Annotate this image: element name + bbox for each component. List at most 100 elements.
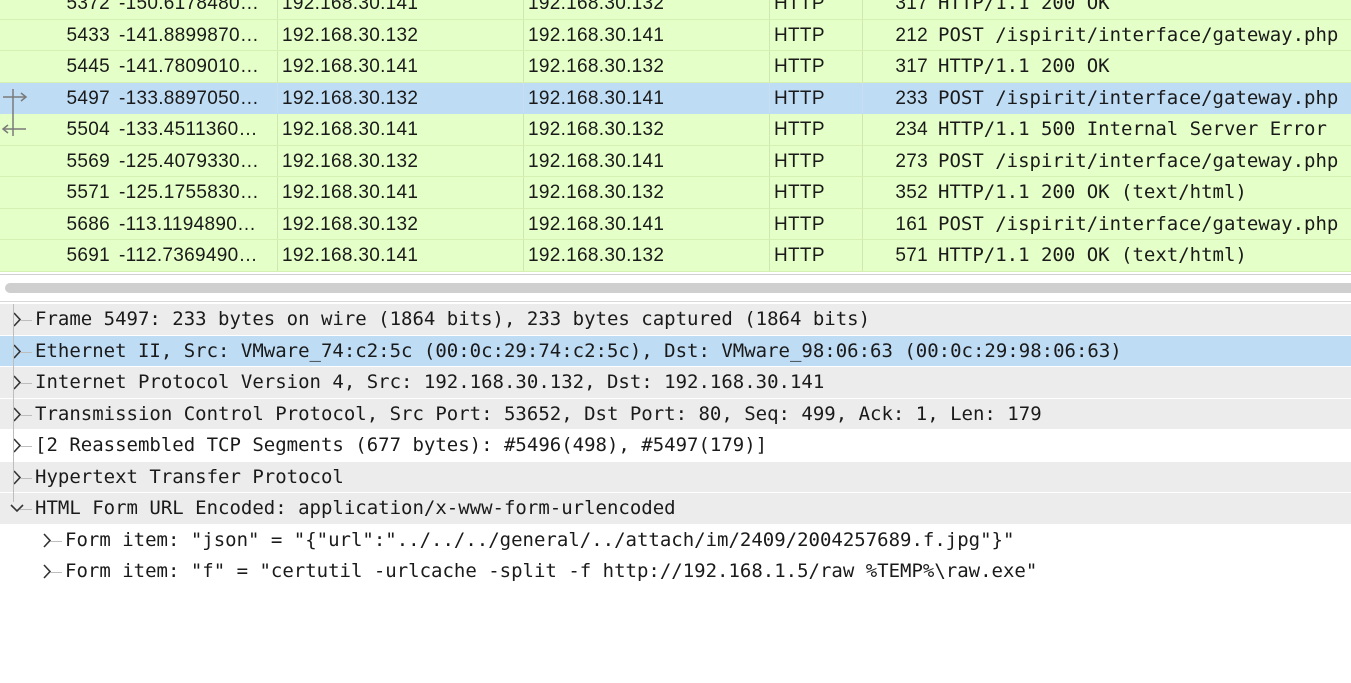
tree-guide-line — [13, 304, 14, 502]
related-response-arrow-icon — [0, 114, 30, 145]
tree-item-label: [2 Reassembled TCP Segments (677 bytes):… — [35, 434, 768, 456]
column-separator — [277, 0, 278, 19]
packet-time: -133.8897050… — [119, 87, 260, 109]
packet-number: 5433 — [66, 24, 110, 46]
tree-item[interactable]: Form item: "f" = "certutil -urlcache -sp… — [0, 556, 1351, 588]
packet-time: -112.7369490… — [119, 245, 258, 266]
column-separator — [769, 19, 770, 50]
packet-length: 233 — [895, 87, 928, 109]
tree-item[interactable]: Frame 5497: 233 bytes on wire (1864 bits… — [0, 304, 1351, 336]
column-separator — [523, 82, 524, 113]
packet-source: 192.168.30.132 — [282, 87, 419, 109]
packet-row[interactable]: 5686 -113.1194890… 192.168.30.132 192.168.3… — [0, 208, 1351, 240]
packet-destination: 192.168.30.132 — [528, 119, 665, 140]
packet-info: HTTP/1.1 200 OK — [938, 55, 1110, 77]
packet-source: 192.168.30.141 — [282, 56, 419, 77]
tree-connector — [50, 540, 62, 542]
packet-source: 192.168.30.132 — [282, 150, 419, 172]
packet-row[interactable]: 5569 -125.4079330… 192.168.30.132 192.168.3… — [0, 145, 1351, 177]
packet-info: POST /ispirit/interface/gateway.php — [938, 86, 1339, 109]
column-separator — [523, 145, 524, 176]
packet-row[interactable]: 5504 -133.4511360… 192.168.30.141 192.168.3… — [0, 114, 1351, 146]
tree-connector — [20, 414, 32, 416]
tree-item[interactable]: Ethernet II, Src: VMware_74:c2:5c (00:0c… — [0, 335, 1351, 367]
packet-destination: 192.168.30.132 — [528, 245, 665, 266]
tree-item[interactable]: Transmission Control Protocol, Src Port:… — [0, 398, 1351, 430]
packet-time: -113.1194890… — [119, 213, 257, 235]
packet-time: -133.4511360… — [119, 119, 258, 140]
column-separator — [769, 82, 770, 113]
packet-destination: 192.168.30.132 — [528, 56, 665, 77]
packet-number: 5569 — [66, 150, 110, 172]
column-separator — [523, 177, 524, 208]
packet-row[interactable]: 5433 -141.8899870… 192.168.30.132 192.168.3… — [0, 19, 1351, 51]
tree-item[interactable]: Form item: "json" = "{"url":"../../../ge… — [0, 524, 1351, 556]
tree-item[interactable]: [2 Reassembled TCP Segments (677 bytes):… — [0, 430, 1351, 462]
packet-info: POST /ispirit/interface/gateway.php — [938, 212, 1339, 235]
packet-row[interactable]: 5691 -112.7369490… 192.168.30.141 192.168.3… — [0, 240, 1351, 272]
packet-info: HTTP/1.1 500 Internal Server Error — [938, 118, 1327, 140]
packet-protocol: HTTP — [774, 24, 825, 46]
packet-length: 212 — [895, 24, 928, 46]
packet-source: 192.168.30.141 — [282, 119, 419, 140]
column-separator — [277, 19, 278, 50]
packet-destination: 192.168.30.141 — [528, 213, 665, 235]
packet-info: POST /ispirit/interface/gateway.php — [938, 23, 1339, 46]
tree-item[interactable]: Internet Protocol Version 4, Src: 192.16… — [0, 367, 1351, 399]
column-separator — [523, 114, 524, 145]
packet-destination: 192.168.30.132 — [528, 0, 665, 14]
column-separator — [277, 82, 278, 113]
column-separator — [277, 208, 278, 239]
packet-number: 5691 — [66, 245, 110, 266]
column-separator — [277, 51, 278, 82]
packet-destination: 192.168.30.141 — [528, 150, 665, 172]
packet-row[interactable]: 5497 -133.8897050… 192.168.30.132 192.168.3… — [0, 82, 1351, 114]
column-separator — [523, 51, 524, 82]
tree-item-label: Form item: "json" = "{"url":"../../../ge… — [65, 528, 1015, 551]
column-separator — [277, 114, 278, 145]
tree-item-label: Form item: "f" = "certutil -urlcache -sp… — [65, 560, 1038, 582]
tree-item-label: HTML Form URL Encoded: application/x-www… — [35, 497, 676, 519]
column-separator — [769, 240, 770, 271]
packet-info: HTTP/1.1 200 OK (text/html) — [938, 244, 1247, 266]
scrollbar-thumb[interactable] — [5, 283, 1351, 293]
column-separator — [523, 0, 524, 19]
packet-row[interactable]: 5445 -141.7809010… 192.168.30.141 192.168.3… — [0, 51, 1351, 83]
column-separator — [769, 51, 770, 82]
packet-list[interactable]: 5372 -150.6178480… 192.168.30.141 192.168.3… — [0, 0, 1351, 272]
packet-protocol: HTTP — [774, 150, 825, 172]
packet-protocol: HTTP — [774, 87, 825, 109]
packet-details-tree[interactable]: Frame 5497: 233 bytes on wire (1864 bits… — [0, 304, 1351, 588]
tree-item-label: Internet Protocol Version 4, Src: 192.16… — [35, 371, 825, 393]
packet-protocol: HTTP — [774, 245, 825, 266]
tree-item[interactable]: HTML Form URL Encoded: application/x-www… — [0, 493, 1351, 525]
horizontal-scrollbar[interactable] — [0, 274, 1351, 302]
packet-number: 5372 — [66, 0, 110, 14]
packet-source: 192.168.30.141 — [282, 0, 419, 14]
column-separator — [769, 145, 770, 176]
packet-source: 192.168.30.132 — [282, 213, 419, 235]
packet-length: 273 — [895, 150, 928, 172]
packet-protocol: HTTP — [774, 182, 825, 203]
packet-info: POST /ispirit/interface/gateway.php — [938, 149, 1339, 172]
column-separator — [277, 240, 278, 271]
tree-connector — [20, 477, 32, 479]
packet-destination: 192.168.30.141 — [528, 87, 665, 109]
packet-row[interactable]: 5571 -125.1755830… 192.168.30.141 192.168.3… — [0, 177, 1351, 209]
packet-time: -125.4079330… — [119, 150, 260, 172]
column-separator — [523, 208, 524, 239]
column-separator — [769, 208, 770, 239]
packet-length: 571 — [895, 245, 928, 266]
packet-row[interactable]: 5372 -150.6178480… 192.168.30.141 192.168.3… — [0, 0, 1351, 20]
packet-time: -141.7809010… — [119, 56, 260, 77]
packet-protocol: HTTP — [774, 0, 825, 14]
column-separator — [523, 19, 524, 50]
column-separator — [277, 145, 278, 176]
packet-source: 192.168.30.132 — [282, 24, 419, 46]
packet-info: HTTP/1.1 200 OK (text/html) — [938, 181, 1247, 203]
tree-item[interactable]: Hypertext Transfer Protocol — [0, 461, 1351, 493]
packet-length: 161 — [895, 213, 928, 235]
packet-source: 192.168.30.141 — [282, 245, 419, 266]
packet-protocol: HTTP — [774, 119, 825, 140]
tree-item-label: Frame 5497: 233 bytes on wire (1864 bits… — [35, 308, 871, 330]
